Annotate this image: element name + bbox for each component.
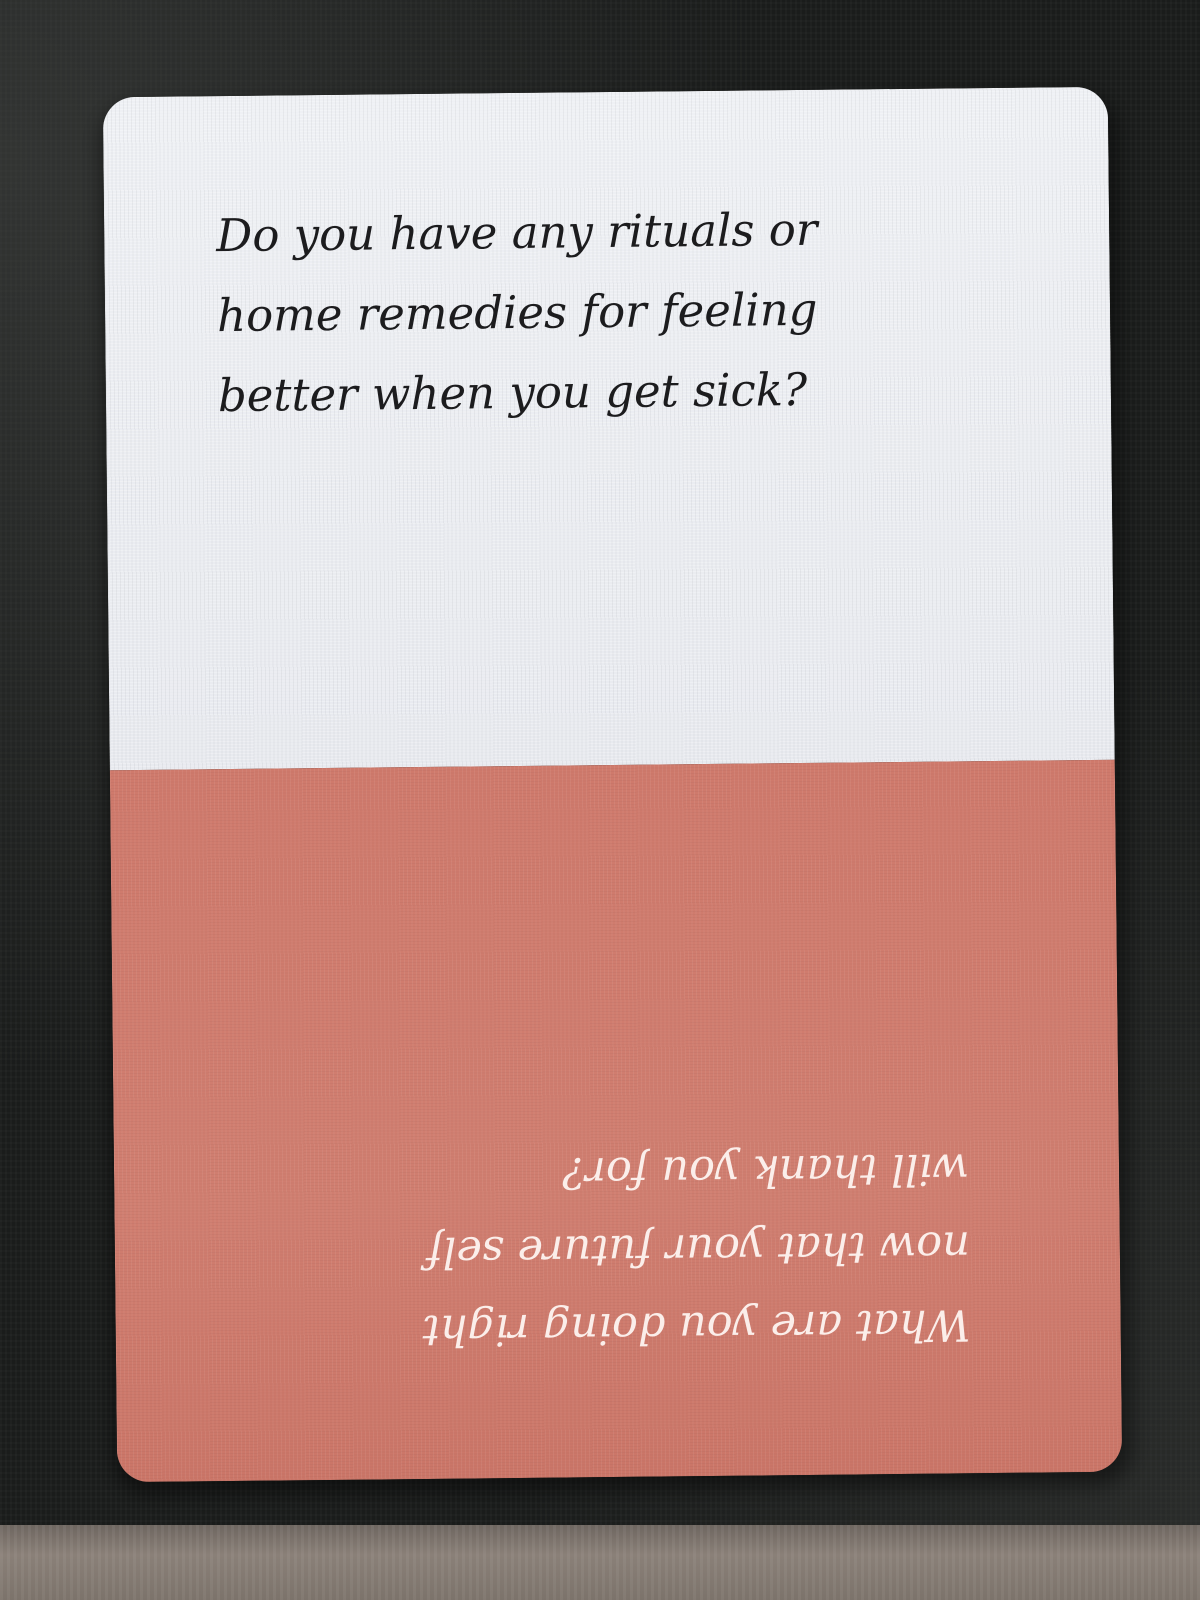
- card-bottom-panel: What are you doing right now that your f…: [109, 759, 1123, 1483]
- table-edge: [0, 1525, 1200, 1600]
- top-question-text: Do you have any rituals or home remedies…: [215, 202, 818, 423]
- bottom-question-text-upside-down: What are you doing right now that your f…: [422, 1143, 971, 1356]
- card-top-panel: Do you have any rituals or home remedies…: [102, 86, 1115, 771]
- question-card: Do you have any rituals or home remedies…: [102, 86, 1123, 1483]
